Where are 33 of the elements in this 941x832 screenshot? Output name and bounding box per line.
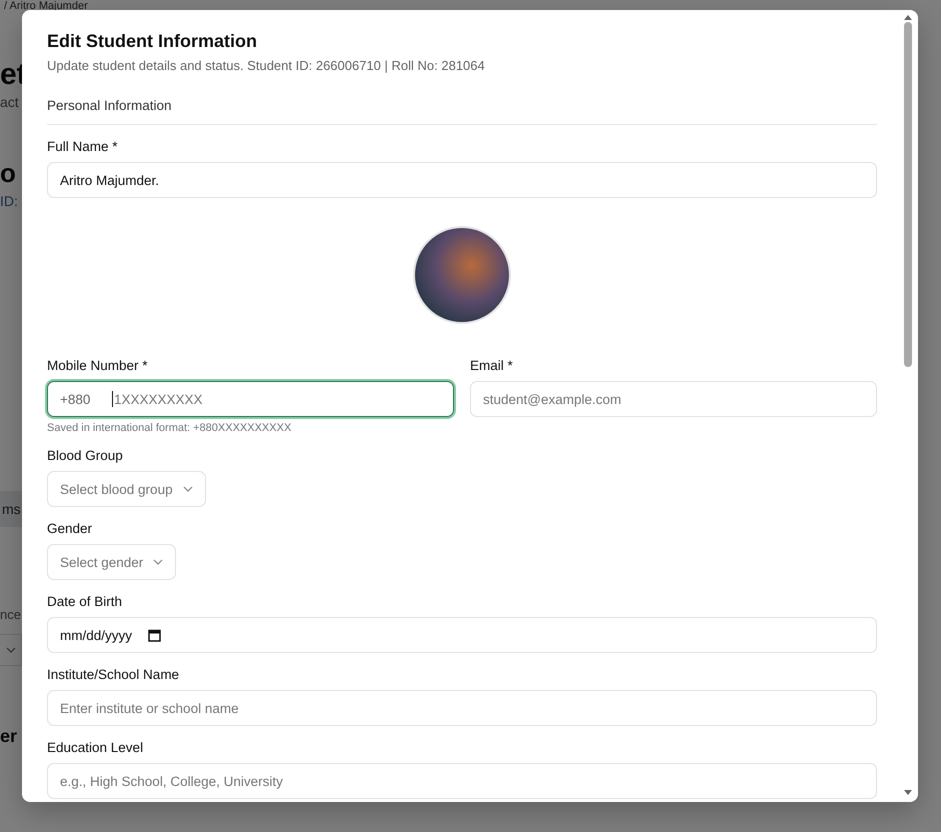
field-label: Date of Birth <box>47 594 124 609</box>
field-label: Blood Group <box>47 448 124 463</box>
field-label: Mobile Number * <box>47 358 149 373</box>
chevron-down-icon <box>182 486 193 492</box>
background-text: ID: <box>0 193 18 209</box>
background-text: nce <box>0 607 21 622</box>
scrollbar-thumb[interactable] <box>904 22 912 367</box>
scroll-up-icon[interactable] <box>904 14 912 20</box>
select-dropdown[interactable]: Select gender <box>47 544 176 580</box>
hint-text: Saved in international format: +880XXXXXXXXXX <box>47 422 292 434</box>
text-field[interactable]: Aritro Majumder. <box>47 162 877 198</box>
date-field[interactable]: mm/dd/yyyy <box>47 617 877 653</box>
dialog-title: Edit Student Information <box>47 31 258 52</box>
phone-field[interactable]: +880 1XXXXXXXXX <box>47 381 454 417</box>
scroll-down-icon[interactable] <box>904 790 912 796</box>
calendar-icon <box>148 628 162 642</box>
select-dropdown[interactable]: Select blood group <box>47 471 206 507</box>
field-label: Full Name * <box>47 139 119 154</box>
chevron-down-icon <box>6 647 16 653</box>
background-text: er <box>0 726 18 747</box>
background-text: / Aritro Majumder <box>3 0 88 12</box>
background-text: act <box>0 94 19 110</box>
field-label: Education Level <box>47 740 144 755</box>
dialog-description: Update student details and status. Student ID: 266006710 | Roll No: 281064 <box>47 58 486 73</box>
background-text: o <box>0 158 16 189</box>
chevron-down-icon <box>153 559 164 565</box>
field-label: Gender <box>47 521 94 536</box>
section-heading: Personal Information <box>47 98 877 125</box>
field-label: Email * <box>470 358 514 373</box>
text-field[interactable]: Enter institute or school name <box>47 690 877 726</box>
text-field[interactable]: e.g., High School, College, University <box>47 763 877 799</box>
text-field[interactable]: student@example.com <box>470 381 877 417</box>
field-label: Institute/School Name <box>47 667 180 682</box>
